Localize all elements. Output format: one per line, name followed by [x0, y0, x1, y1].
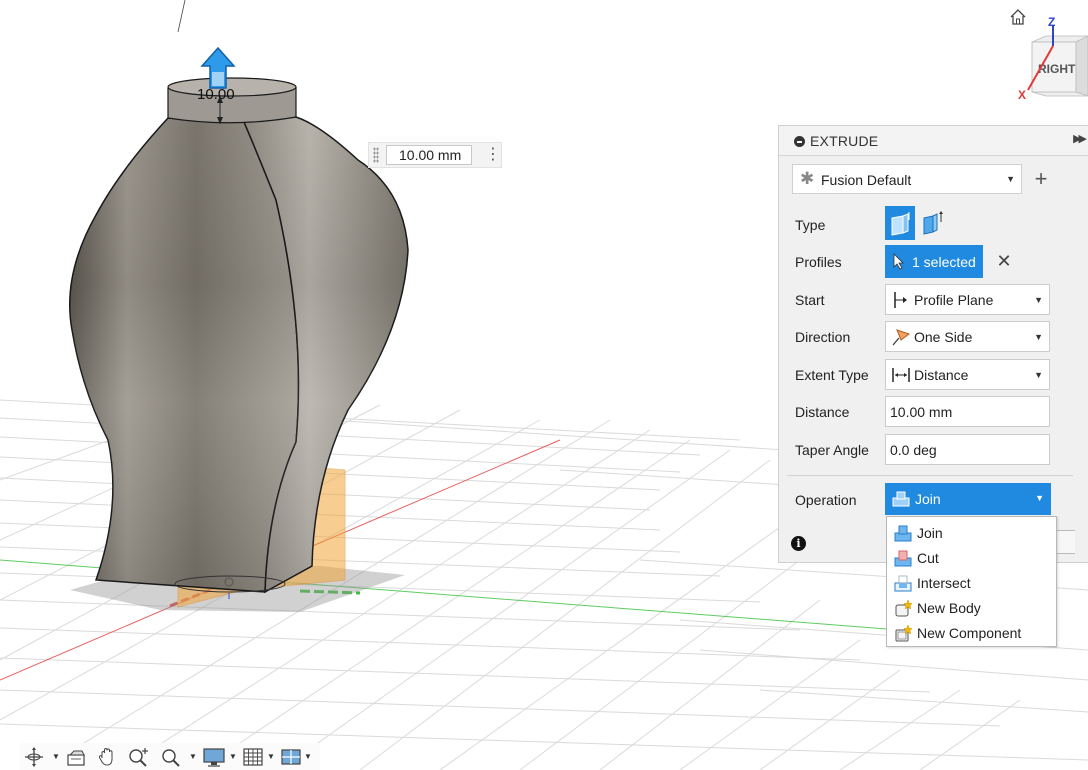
viewports-button[interactable]: ▼	[281, 747, 312, 767]
zoom-icon	[129, 748, 148, 767]
cut-icon	[894, 550, 912, 567]
profiles-value: 1 selected	[912, 254, 976, 270]
operation-menu: Join Cut Intersect New Body New Componen…	[886, 516, 1057, 647]
panel-header[interactable]: EXTRUDE ▶▶	[779, 126, 1088, 156]
direction-label: Direction	[795, 329, 851, 345]
type-label: Type	[795, 217, 826, 233]
distance-value: 10.00 mm	[890, 404, 953, 420]
start-select[interactable]: Profile Plane ▼	[885, 284, 1050, 315]
menu-item-label: New Body	[917, 600, 981, 616]
thin-extrude-icon	[923, 211, 943, 235]
direction-select[interactable]: One Side ▼	[885, 321, 1050, 352]
chevron-down-icon: ▼	[1034, 370, 1043, 380]
start-value: Profile Plane	[914, 292, 994, 308]
start-label: Start	[795, 292, 825, 308]
navigation-toolbar: ▼ ▼ ▼ ▼ ▼	[20, 743, 320, 770]
view-cube[interactable]: RIGHT Z X	[1016, 14, 1088, 104]
chevron-down-icon[interactable]: ▼	[304, 752, 312, 761]
menu-item-cut[interactable]: Cut	[887, 545, 1056, 570]
zoom-window-icon	[162, 749, 180, 767]
axis-z-label: Z	[1048, 15, 1055, 29]
taper-angle-value: 0.0 deg	[890, 442, 937, 458]
chevron-down-icon[interactable]: ▼	[52, 752, 60, 761]
chevron-down-icon[interactable]: ▼	[267, 752, 275, 761]
star-icon: ✱	[800, 169, 815, 188]
orbit-button[interactable]: ▼	[24, 747, 60, 767]
extent-type-select[interactable]: Distance ▼	[885, 359, 1050, 390]
vase-body[interactable]	[69, 116, 409, 594]
floating-distance-input[interactable]: 10.00 mm	[386, 145, 472, 165]
chevron-down-icon: ▼	[1006, 174, 1015, 184]
menu-item-intersect[interactable]: Intersect	[887, 570, 1056, 595]
zoom-window-button[interactable]: ▼	[161, 747, 197, 767]
menu-item-label: Join	[917, 525, 943, 541]
divider	[787, 475, 1073, 476]
collapse-icon[interactable]	[794, 136, 805, 147]
join-icon	[894, 525, 912, 542]
expand-panel-icon[interactable]: ▶▶	[1073, 132, 1087, 145]
add-preset-button[interactable]: +	[1031, 167, 1051, 191]
display-settings-icon	[203, 748, 225, 767]
distance-input[interactable]: 10.00 mm	[885, 396, 1050, 427]
chevron-down-icon[interactable]: ▼	[229, 752, 237, 761]
solid-extrude-icon	[891, 212, 910, 236]
zoom-button[interactable]	[128, 747, 150, 767]
menu-item-join[interactable]: Join	[887, 520, 1056, 545]
profiles-label: Profiles	[795, 254, 842, 270]
operation-select[interactable]: Join ▼	[885, 483, 1051, 515]
more-options-icon[interactable]: ⋮	[485, 146, 501, 164]
floating-distance-box[interactable]: 10.00 mm ⋮	[368, 142, 502, 168]
one-side-icon	[892, 329, 911, 346]
menu-item-new-body[interactable]: New Body	[887, 595, 1056, 620]
extent-type-label: Extent Type	[795, 367, 869, 383]
display-settings-button[interactable]: ▼	[203, 747, 237, 767]
chevron-down-icon: ▼	[1034, 295, 1043, 305]
pan-button[interactable]	[97, 747, 117, 767]
info-icon[interactable]: i	[791, 536, 806, 551]
new-component-icon	[895, 625, 912, 642]
profile-plane-icon	[894, 292, 907, 308]
preset-value: Fusion Default	[821, 172, 912, 188]
type-thin-button[interactable]	[921, 210, 945, 236]
distance-icon	[892, 368, 910, 382]
direction-value: One Side	[914, 329, 973, 345]
menu-item-label: Cut	[917, 550, 939, 566]
look-at-icon	[67, 750, 85, 766]
cursor-select-icon	[893, 253, 904, 270]
chevron-down-icon: ▼	[1035, 493, 1044, 503]
grid-settings-button[interactable]: ▼	[243, 747, 275, 767]
preset-select[interactable]: ✱ Fusion Default ▼	[792, 164, 1022, 194]
menu-item-new-component[interactable]: New Component	[887, 620, 1056, 645]
menu-item-label: New Component	[917, 625, 1022, 641]
pan-icon	[98, 747, 113, 766]
orbit-icon	[25, 747, 43, 767]
panel-title: EXTRUDE	[810, 133, 879, 149]
join-icon	[892, 491, 910, 507]
distance-label: Distance	[795, 404, 850, 420]
viewports-icon	[281, 749, 301, 765]
axis-x-label: X	[1018, 88, 1026, 102]
clear-selection-icon[interactable]: ✕	[995, 250, 1013, 272]
operation-value: Join	[915, 491, 941, 507]
profiles-selection-button[interactable]: 1 selected	[885, 245, 983, 278]
drag-grip-icon[interactable]	[373, 147, 379, 163]
intersect-icon	[894, 575, 912, 592]
chevron-down-icon[interactable]: ▼	[189, 752, 197, 761]
extent-type-value: Distance	[914, 367, 969, 383]
taper-angle-label: Taper Angle	[795, 442, 869, 458]
look-at-button[interactable]	[66, 747, 86, 767]
menu-item-label: Intersect	[917, 575, 971, 591]
extrude-panel: EXTRUDE ▶▶ ✱ Fusion Default ▼ + Type Pro…	[778, 125, 1088, 563]
chevron-down-icon: ▼	[1034, 332, 1043, 342]
operation-label: Operation	[795, 492, 857, 508]
grid-icon	[243, 748, 263, 766]
taper-angle-input[interactable]: 0.0 deg	[885, 434, 1050, 465]
type-solid-button[interactable]	[885, 206, 915, 240]
new-body-icon	[895, 600, 912, 617]
